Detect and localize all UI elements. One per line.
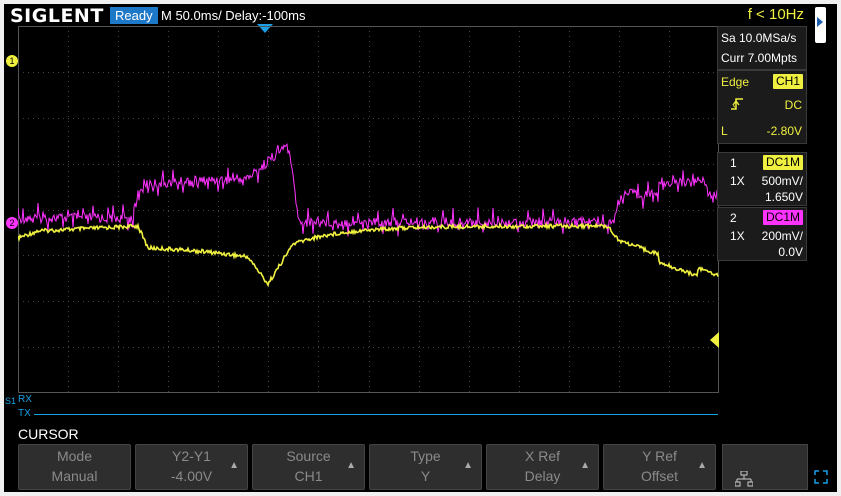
serial-bus-marker: S1	[5, 396, 17, 406]
rising-edge-icon	[731, 98, 743, 110]
triangle-up-icon: ▲	[697, 460, 707, 471]
channel-1-probe: 1X	[730, 174, 745, 188]
trigger-type: Edge	[721, 75, 750, 89]
triangle-up-icon: ▲	[229, 460, 239, 471]
channel-2-info[interactable]: 2 DC1M 1X 200mV/ 0.0V	[717, 207, 807, 261]
channel-1-coupling-badge: DC1M	[762, 155, 803, 170]
trigger-level-marker[interactable]	[710, 332, 719, 348]
softkey-y-ref[interactable]: Y Ref Offset ▲	[603, 444, 716, 490]
triangle-up-icon: ▲	[463, 460, 473, 471]
trigger-source-badge: CH1	[772, 74, 803, 89]
channel-2-coupling-badge: DC1M	[762, 210, 803, 225]
softkey-value: Manual	[51, 468, 98, 484]
memory-depth: Curr 7.00Mpts	[721, 51, 798, 65]
waveform-display	[18, 143, 719, 288]
network-icon	[735, 471, 753, 487]
softkey-label: Mode	[56, 448, 93, 464]
channel-1-level-marker[interactable]: 1	[6, 55, 18, 67]
tx-label: TX	[18, 408, 31, 419]
serial-bus-display: S1 RX TX	[4, 394, 724, 424]
trigger-level-value: -2.80V	[766, 124, 802, 138]
softkey-y2-y1[interactable]: Y2-Y1 -4.00V ▲	[135, 444, 248, 490]
softkey-type[interactable]: Type Y ▲	[369, 444, 482, 490]
tx-line	[34, 414, 718, 415]
acquisition-status-badge[interactable]: Ready	[110, 7, 158, 24]
channel-2-waveform	[18, 143, 719, 237]
channel-2-number: 2	[730, 211, 737, 225]
channel-2-level-marker[interactable]: 2	[6, 217, 18, 229]
channel-2-offset: 0.0V	[778, 245, 803, 259]
trigger-level-label: L	[721, 124, 728, 138]
oscilloscope-screen: SIGLENT Ready M 50.0ms/ Delay:-100ms f <…	[4, 4, 837, 492]
frequency-counter: f < 10Hz	[747, 6, 804, 23]
waveform-grid[interactable]	[18, 26, 719, 393]
softkey-x-ref[interactable]: X Ref Delay ▲	[486, 444, 599, 490]
channel-1-info[interactable]: 1 DC1M 1X 500mV/ 1.650V	[717, 152, 807, 206]
channel-1-waveform	[18, 221, 719, 288]
channel-1-number: 1	[730, 156, 737, 170]
triangle-up-icon: ▲	[580, 460, 590, 471]
timebase-readout[interactable]: M 50.0ms/ Delay:-100ms	[161, 7, 306, 24]
triangle-up-icon: ▲	[346, 460, 356, 471]
channel-1-scale: 500mV/	[761, 174, 803, 188]
top-status-bar: SIGLENT Ready M 50.0ms/ Delay:-100ms f <…	[4, 4, 837, 43]
trigger-info[interactable]: Edge CH1 ˴ DC L -2.80V	[717, 70, 807, 144]
network-button[interactable]	[722, 444, 808, 490]
expand-icon[interactable]	[814, 470, 828, 484]
softkey-source[interactable]: Source CH1 ▲	[252, 444, 365, 490]
menu-title: CURSOR	[18, 426, 79, 442]
channel-2-scale: 200mV/	[761, 229, 803, 243]
channel-2-probe: 1X	[730, 229, 745, 243]
trigger-coupling: DC	[784, 98, 802, 112]
acquisition-info[interactable]: Sa 10.0MSa/s Curr 7.00Mpts	[717, 26, 807, 70]
softkey-mode[interactable]: Mode Manual	[18, 444, 131, 490]
siglent-logo: SIGLENT	[10, 5, 104, 27]
chevron-right-icon	[817, 17, 823, 27]
side-menu-expand-button[interactable]	[815, 7, 826, 43]
sample-rate: Sa 10.0MSa/s	[721, 31, 797, 45]
channel-1-offset: 1.650V	[764, 190, 803, 204]
rx-label: RX	[18, 394, 32, 405]
